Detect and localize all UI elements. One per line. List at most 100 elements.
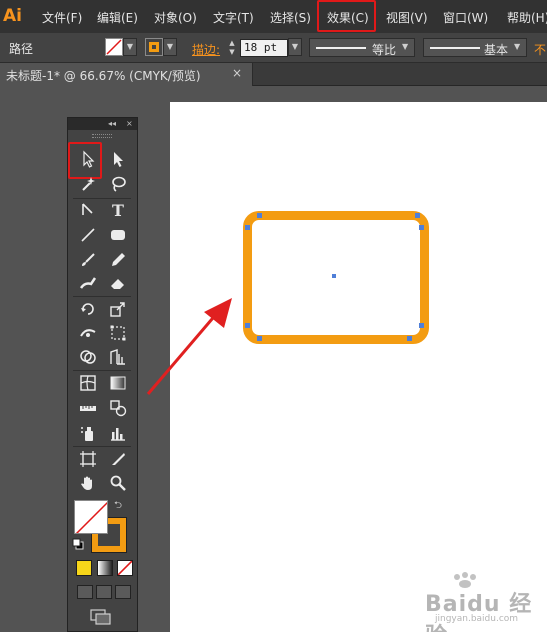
menu-select[interactable]: 选择(S)	[270, 9, 311, 26]
anchor-point[interactable]	[257, 213, 262, 218]
annotation-arrow-icon	[146, 298, 232, 395]
pencil-tool[interactable]	[106, 249, 130, 271]
profile-line-icon	[316, 47, 366, 49]
symbol-sprayer-icon	[81, 427, 93, 441]
anchor-point[interactable]	[419, 323, 424, 328]
anchor-point[interactable]	[419, 225, 424, 230]
stroke-stepper-icon[interactable]: ▲ ▼	[226, 39, 238, 57]
width-icon	[80, 329, 96, 337]
close-icon[interactable]: ×	[232, 66, 242, 80]
menu-edit[interactable]: 编辑(E)	[97, 9, 138, 26]
eraser-tool[interactable]	[106, 272, 130, 294]
stroke-weight-dropdown-icon[interactable]: ▼	[288, 38, 302, 56]
mesh-tool[interactable]	[76, 372, 100, 394]
pen-icon	[82, 203, 93, 215]
hand-icon	[81, 476, 92, 490]
scale-tool[interactable]	[106, 298, 130, 320]
shape-builder-tool[interactable]	[76, 346, 100, 368]
rounded-rectangle-tool[interactable]	[106, 224, 130, 246]
brush-definition[interactable]: 基本 ▼	[423, 38, 527, 57]
anchor-point[interactable]	[245, 323, 250, 328]
rounded-rectangle-shape[interactable]	[243, 211, 429, 344]
document-tab[interactable]: 未标题-1* @ 66.67% (CMYK/预览) ×	[0, 63, 253, 86]
pen-tool[interactable]	[76, 199, 100, 221]
paintbrush-icon	[82, 253, 95, 266]
draw-inside-button[interactable]	[115, 585, 131, 599]
menu-type[interactable]: 文字(T)	[213, 9, 254, 26]
lasso-icon	[112, 176, 126, 192]
blend-tool[interactable]	[106, 397, 130, 419]
none-swatch-icon	[106, 39, 122, 55]
close-icon[interactable]: ×	[126, 118, 133, 130]
fill-dropdown-icon[interactable]: ▼	[123, 38, 137, 56]
lasso-tool[interactable]	[106, 173, 130, 195]
blob-brush-tool[interactable]	[76, 272, 100, 294]
anchor-point[interactable]	[415, 213, 420, 218]
swap-fill-stroke-icon[interactable]: ⮌	[114, 498, 122, 515]
effect-menu-highlight-box	[317, 0, 376, 32]
zoom-icon	[110, 475, 126, 491]
line-segment-tool[interactable]	[76, 224, 100, 246]
anchor-point[interactable]	[257, 336, 262, 341]
app-logo: Ai	[3, 6, 22, 26]
fill-color-box[interactable]	[74, 500, 108, 534]
gradient-mode-button[interactable]	[97, 560, 113, 576]
stroke-label[interactable]: 描边:	[192, 41, 220, 58]
direct-selection-arrow-icon	[114, 152, 123, 167]
document-tab-title: 未标题-1* @ 66.67% (CMYK/预览)	[6, 69, 201, 83]
screen-mode-icon[interactable]	[90, 609, 112, 625]
artboard-icon	[80, 451, 96, 467]
hand-tool[interactable]	[76, 472, 100, 494]
slice-tool[interactable]	[106, 448, 130, 470]
direct-selection-tool[interactable]	[106, 148, 130, 170]
type-tool[interactable]: T	[106, 199, 130, 221]
menu-object[interactable]: 对象(O)	[154, 9, 197, 26]
perspective-grid-tool[interactable]	[106, 346, 130, 368]
center-point	[332, 274, 336, 278]
rounded-rectangle-icon	[111, 230, 125, 240]
anchor-point[interactable]	[245, 225, 250, 230]
free-transform-tool[interactable]	[106, 322, 130, 344]
color-mode-button[interactable]	[76, 560, 92, 576]
artboard-tool[interactable]	[76, 448, 100, 470]
selection-type-label: 路径	[9, 42, 34, 56]
brush-dropdown-icon: ▼	[514, 42, 521, 51]
draw-normal-button[interactable]	[77, 585, 93, 599]
measure-tool[interactable]	[76, 397, 100, 419]
collapse-icon[interactable]: ◂◂	[108, 118, 116, 130]
document-tab-bar: 未标题-1* @ 66.67% (CMYK/预览) ×	[0, 63, 547, 86]
column-graph-tool[interactable]	[106, 422, 130, 444]
stroke-dropdown-icon[interactable]: ▼	[163, 38, 177, 56]
stroke-weight-input[interactable]: 18 pt	[240, 39, 288, 57]
profile-dropdown-icon: ▼	[402, 42, 409, 51]
width-tool[interactable]	[76, 322, 100, 344]
menu-file[interactable]: 文件(F)	[42, 9, 82, 26]
magic-wand-tool[interactable]	[76, 173, 100, 195]
watermark: Baidu 经验 jingyan.baidu.com	[421, 572, 545, 632]
none-mode-button[interactable]	[117, 560, 133, 576]
shape-builder-icon	[80, 350, 96, 364]
menu-window[interactable]: 窗口(W)	[443, 9, 488, 26]
menu-bar: Ai 文件(F) 编辑(E) 对象(O) 文字(T) 选择(S) 效果(C) 视…	[0, 0, 547, 33]
opacity-label[interactable]: 不	[534, 41, 546, 58]
paintbrush-tool[interactable]	[76, 249, 100, 271]
gradient-tool[interactable]	[106, 372, 130, 394]
control-bar: 路径 ▼ ▼ 描边: ▲ ▼ 18 pt ▼ 等比 ▼ 基本 ▼ 不	[0, 33, 547, 63]
variable-width-profile[interactable]: 等比 ▼	[309, 38, 415, 57]
tool-divider	[73, 296, 131, 297]
anchor-point[interactable]	[407, 336, 412, 341]
symbol-sprayer-tool[interactable]	[76, 422, 100, 444]
rotate-tool[interactable]	[76, 298, 100, 320]
stroke-color-swatch[interactable]	[145, 38, 163, 56]
gradient-icon	[110, 376, 126, 390]
column-graph-icon	[111, 428, 125, 441]
menu-help[interactable]: 帮助(H)	[507, 9, 547, 26]
default-colors-icon[interactable]	[72, 538, 84, 550]
tool-divider	[73, 370, 131, 371]
tool-divider	[73, 446, 131, 447]
panel-grip-icon[interactable]	[92, 134, 112, 138]
draw-behind-button[interactable]	[96, 585, 112, 599]
fill-color-swatch[interactable]	[105, 38, 123, 56]
zoom-tool[interactable]	[106, 472, 130, 494]
menu-view[interactable]: 视图(V)	[386, 9, 428, 26]
